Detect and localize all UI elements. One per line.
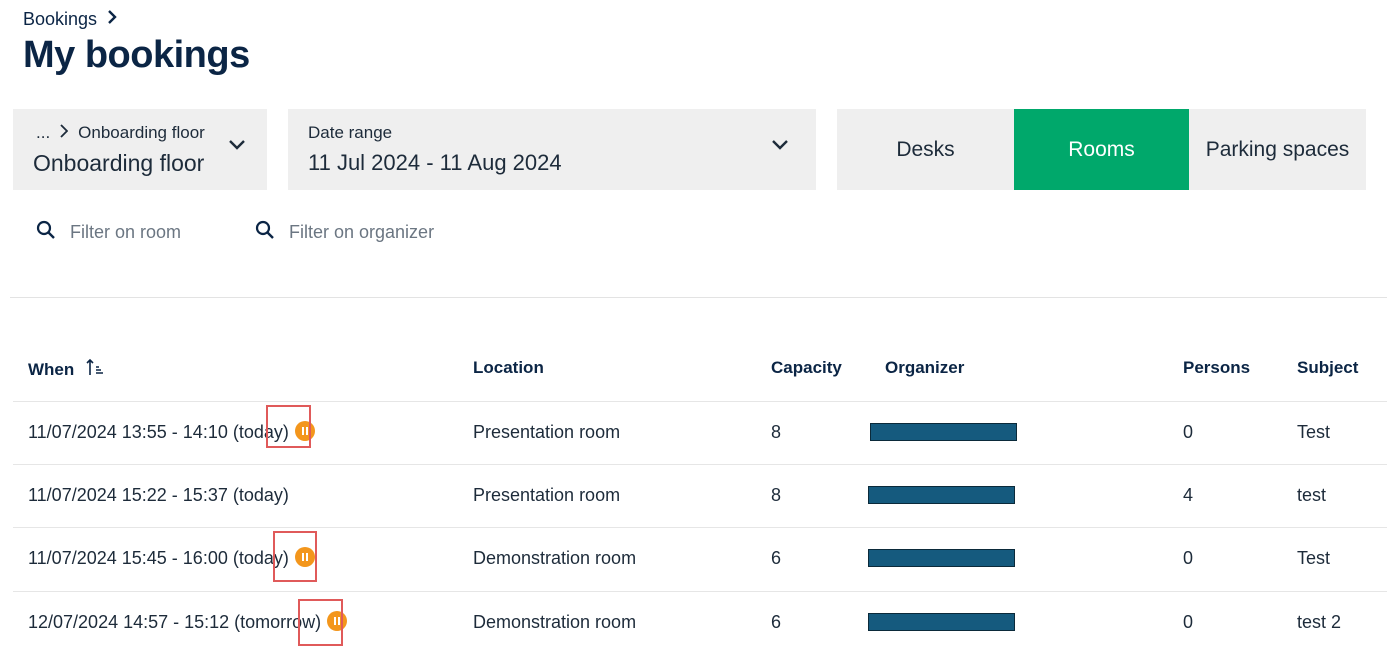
column-header-when-label: When — [28, 359, 75, 379]
floor-crumb-prefix: ... — [36, 123, 51, 142]
room-filter-input[interactable] — [68, 221, 232, 244]
page-title: My bookings — [23, 34, 250, 76]
organizer-filter-input[interactable] — [287, 221, 451, 244]
date-range-value: 11 Jul 2024 - 11 Aug 2024 — [308, 150, 562, 175]
column-header-location[interactable]: Location — [473, 358, 544, 378]
section-divider — [10, 297, 1387, 298]
floor-value: Onboarding floor — [33, 150, 205, 176]
chevron-right-icon — [60, 123, 69, 143]
column-header-when[interactable]: When — [28, 358, 104, 381]
organizer-redacted-bar — [868, 549, 1015, 567]
capacity-cell: 6 — [771, 612, 782, 632]
column-header-persons[interactable]: Persons — [1183, 358, 1250, 378]
chevron-right-icon — [107, 10, 117, 29]
column-header-organizer[interactable]: Organizer — [885, 358, 964, 378]
table-row[interactable]: 11/07/2024 15:45 - 16:00 (today) Demonst… — [13, 527, 1387, 591]
when-cell: 11/07/2024 15:45 - 16:00 (today) — [28, 547, 315, 569]
organizer-redacted-bar — [868, 486, 1015, 504]
floor-breadcrumb: ... Onboarding floor — [36, 123, 205, 143]
capacity-cell: 8 — [771, 485, 782, 505]
capacity-cell: 6 — [771, 548, 782, 568]
subject-cell: test — [1297, 485, 1327, 505]
tab-parking-spaces[interactable]: Parking spaces — [1189, 109, 1366, 190]
location-cell: Demonstration room — [473, 548, 637, 568]
floor-crumb-label: Onboarding floor — [78, 123, 205, 142]
date-range-label: Date range — [308, 123, 393, 142]
organizer-redacted-bar — [868, 613, 1015, 631]
table-row[interactable]: 11/07/2024 13:55 - 14:10 (today) Present… — [13, 401, 1387, 465]
persons-cell: 0 — [1183, 612, 1194, 632]
persons-cell: 0 — [1183, 422, 1194, 442]
chevron-down-icon[interactable] — [229, 140, 245, 150]
search-icon — [36, 220, 56, 245]
location-cell: Presentation room — [473, 485, 621, 505]
resource-tabs: Desks Rooms Parking spaces — [837, 109, 1366, 190]
persons-cell: 4 — [1183, 485, 1194, 505]
subject-cell: Test — [1297, 548, 1331, 568]
tab-desks[interactable]: Desks — [837, 109, 1014, 190]
when-text: 11/07/2024 13:55 - 14:10 (today) — [28, 422, 289, 442]
capacity-cell: 8 — [771, 422, 782, 442]
tab-rooms[interactable]: Rooms — [1014, 109, 1189, 190]
search-icon — [255, 220, 275, 245]
table-row[interactable]: 12/07/2024 14:57 - 15:12 (tomorrow) Demo… — [13, 591, 1387, 655]
highlight-box — [298, 599, 343, 646]
breadcrumb: Bookings — [23, 9, 117, 30]
persons-cell: 0 — [1183, 548, 1194, 568]
when-text: 12/07/2024 14:57 - 15:12 (tomorrow) — [28, 612, 322, 632]
organizer-redacted-bar — [870, 423, 1017, 441]
date-range-selector[interactable]: Date range 11 Jul 2024 - 11 Aug 2024 — [288, 109, 816, 190]
subject-cell: Test — [1297, 422, 1331, 442]
highlight-box — [273, 531, 317, 582]
floor-selector[interactable]: ... Onboarding floor Onboarding floor — [13, 109, 267, 190]
subject-cell: test 2 — [1297, 612, 1342, 632]
location-cell: Demonstration room — [473, 612, 637, 632]
room-filter — [36, 220, 232, 245]
sort-ascending-icon[interactable] — [86, 358, 104, 381]
when-cell: 11/07/2024 15:22 - 15:37 (today) — [28, 485, 289, 505]
chevron-down-icon[interactable] — [772, 140, 788, 150]
organizer-filter — [255, 220, 451, 245]
breadcrumb-bookings-link[interactable]: Bookings — [23, 9, 97, 30]
table-row[interactable]: 11/07/2024 15:22 - 15:37 (today) Present… — [13, 464, 1387, 528]
location-cell: Presentation room — [473, 422, 621, 442]
column-header-subject[interactable]: Subject — [1297, 358, 1358, 378]
highlight-box — [266, 405, 311, 448]
when-text: 11/07/2024 15:45 - 16:00 (today) — [28, 548, 289, 568]
column-header-capacity[interactable]: Capacity — [771, 358, 842, 378]
